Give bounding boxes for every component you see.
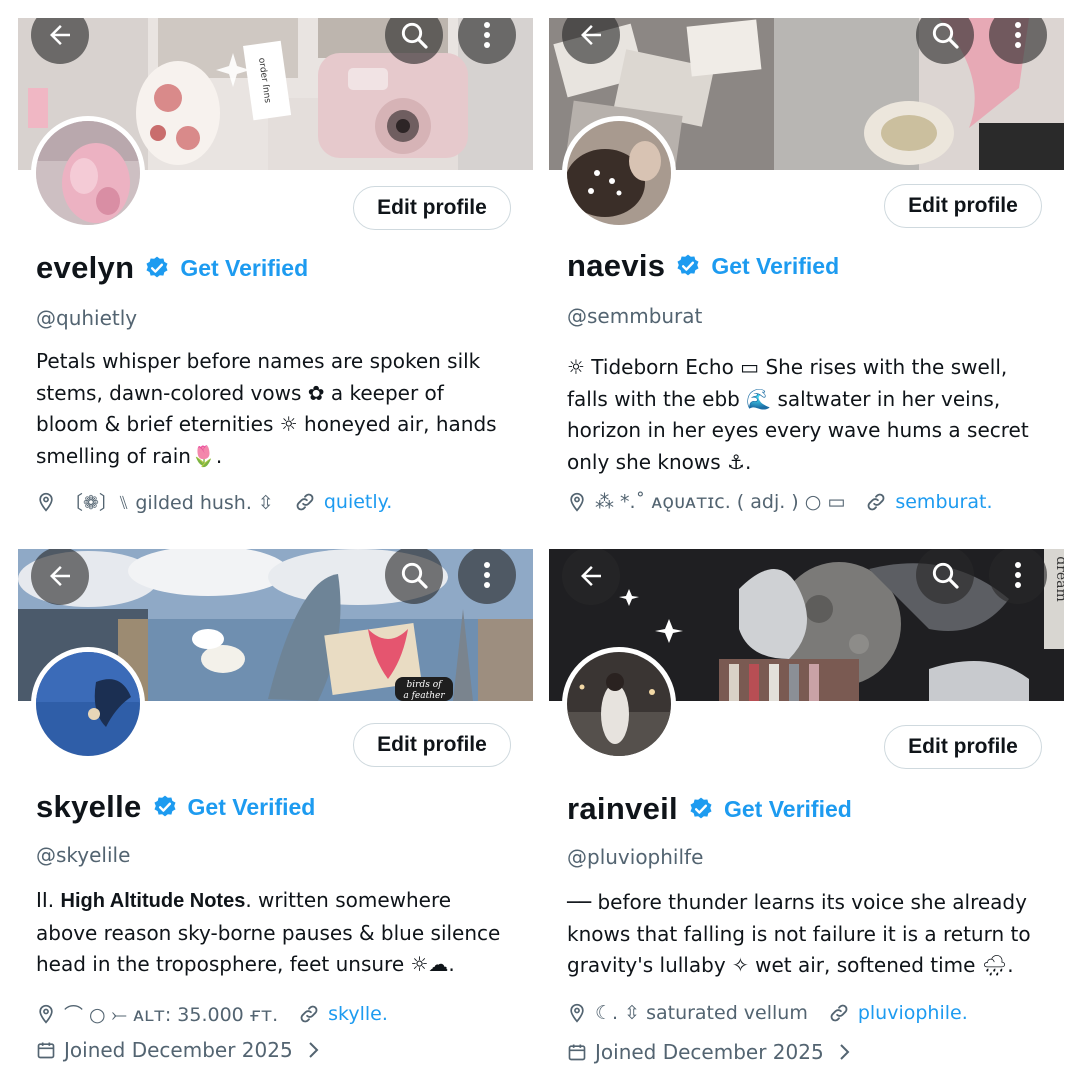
more-icon <box>1015 22 1021 48</box>
profile-link[interactable]: semburat. <box>895 491 992 513</box>
bio-bold-title: High Altitude Notes <box>60 890 246 912</box>
meta-row: ⌒ ○ ⤚ ᴀʟᴛ: 35.000 ғᴛ. skylle. <box>36 1000 388 1027</box>
verified-badge-icon <box>146 256 168 278</box>
banner-word: dream <box>1053 556 1064 602</box>
edit-profile-button[interactable]: Edit profile <box>353 723 511 767</box>
location-pin-icon <box>39 1004 53 1024</box>
joined-row[interactable]: Joined December 2025 <box>36 1038 319 1062</box>
bio-line: knows that falling is not failure it is … <box>567 921 1031 946</box>
bio-line: falls with the ebb 🌊 saltwater in her ve… <box>567 386 1001 411</box>
bio-line: above reason sky-borne pauses & blue sil… <box>36 920 501 945</box>
location-text: ⌒ ○ ⤚ ᴀʟᴛ: 35.000 ғᴛ. <box>64 1004 279 1026</box>
get-verified-link[interactable]: Get Verified <box>711 253 839 280</box>
more-icon <box>1015 562 1021 588</box>
profile-panel-naevis: Edit profile naevis Get Verified @semmbu… <box>549 18 1064 548</box>
profile-panel-skyelle: birds of a feather Edit profile skyelle … <box>18 549 533 1079</box>
handle: @pluviophilfe <box>567 845 704 869</box>
location-pin-icon <box>570 1003 584 1023</box>
bio-line: ☼ Tideborn Echo ▭ She rises with the swe… <box>567 355 1008 379</box>
bio-line: stems, dawn-colored vows ✿ a keeper of <box>36 380 444 405</box>
chevron-right-icon <box>839 1044 850 1060</box>
verified-badge-icon <box>690 797 712 819</box>
bio-line: gravity's lullaby ✧ wet air, softened ti… <box>567 953 1014 977</box>
bio-prefix: II. <box>36 888 55 912</box>
joined-row[interactable]: Joined December 2025 <box>567 1040 850 1064</box>
bio-line: head in the troposphere, feet unsure ☼☁. <box>36 952 455 976</box>
back-arrow-icon <box>50 566 70 586</box>
handle: @quhietly <box>36 306 138 330</box>
bio-line: smelling of rain🌷. <box>36 443 223 468</box>
display-name: evelyn <box>36 250 135 285</box>
name-row: skyelle Get Verified <box>36 789 315 825</box>
handle: @semmburat <box>567 304 703 328</box>
get-verified-link[interactable]: Get Verified <box>180 255 308 282</box>
meta-row: ⁂ *.˚ ᴀǫᴜᴀᴛɪᴄ. ( adj. ) ○ ▭ semburat. <box>567 491 993 513</box>
bio-line: Petals whisper before names are spoken s… <box>36 349 481 373</box>
back-arrow-icon <box>581 25 601 45</box>
location-pin-icon <box>570 492 584 512</box>
display-name: skyelle <box>36 789 142 824</box>
search-icon <box>401 22 428 49</box>
bio-rest: . written somewhere <box>245 888 452 912</box>
avatar[interactable] <box>31 647 145 761</box>
location-text: ⁂ *.˚ ᴀǫᴜᴀᴛɪᴄ. ( adj. ) ○ ▭ <box>595 491 846 513</box>
bio-line: ── before thunder learns its voice she a… <box>567 890 1027 914</box>
bio-line: only she knows ⚓. <box>567 449 752 474</box>
more-icon <box>484 22 490 48</box>
link-icon <box>830 1004 848 1022</box>
location-text: ☾. ⇳ saturated vellum <box>595 1002 808 1024</box>
back-arrow-icon <box>50 25 70 45</box>
search-icon <box>401 562 428 589</box>
banner-caption-line-2: a feather <box>403 691 445 701</box>
location-pin-icon <box>39 492 53 512</box>
profile-panel-evelyn: suuȷ ɹǝpɹo Edit profile evelyn Get Verif… <box>18 18 533 548</box>
bio-line: horizon in her eyes every wave hums a se… <box>567 418 1029 442</box>
display-name: naevis <box>567 248 666 283</box>
name-row: evelyn Get Verified <box>36 250 308 286</box>
joined-date: Joined December 2025 <box>64 1038 293 1062</box>
search-icon <box>932 562 959 589</box>
link-icon <box>867 493 885 511</box>
profile-link[interactable]: quietly. <box>324 491 392 513</box>
verified-badge-icon <box>154 795 176 817</box>
meta-row: 〔❁〕⑊ gilded hush. ⇳ quietly. <box>36 488 392 515</box>
bio-line: bloom & brief eternities ☼ honeyed air, … <box>36 412 497 436</box>
bio: ── before thunder learns its voice she a… <box>567 887 1052 982</box>
edit-profile-button[interactable]: Edit profile <box>884 184 1042 228</box>
bio: II. High Altitude Notes. written somewhe… <box>36 885 521 981</box>
profile-link[interactable]: skylle. <box>328 1003 388 1025</box>
profile-panel-rainveil: dream Edit profile rainveil Get Verified… <box>549 549 1064 1079</box>
get-verified-link[interactable]: Get Verified <box>188 794 316 821</box>
handle: @skyelile <box>36 843 131 867</box>
edit-profile-button[interactable]: Edit profile <box>353 186 511 230</box>
meta-row: ☾. ⇳ saturated vellum pluviophile. <box>567 1002 968 1024</box>
location-text: 〔❁〕⑊ gilded hush. ⇳ <box>64 492 274 514</box>
avatar[interactable] <box>31 116 145 230</box>
bio: Petals whisper before names are spoken s… <box>36 346 521 472</box>
avatar[interactable] <box>562 647 676 761</box>
joined-date: Joined December 2025 <box>595 1040 824 1064</box>
calendar-icon <box>568 1044 586 1061</box>
profile-link[interactable]: pluviophile. <box>858 1002 968 1024</box>
name-row: naevis Get Verified <box>567 248 839 284</box>
banner-caption-line-1: birds of <box>407 680 444 690</box>
search-icon <box>932 22 959 49</box>
more-icon <box>484 562 490 588</box>
bio: ☼ Tideborn Echo ▭ She rises with the swe… <box>567 352 1052 478</box>
edit-profile-button[interactable]: Edit profile <box>884 725 1042 769</box>
back-arrow-icon <box>581 566 601 586</box>
calendar-icon <box>37 1042 55 1059</box>
display-name: rainveil <box>567 791 678 826</box>
bio-line: II. High Altitude Notes. written somewhe… <box>36 885 521 918</box>
name-row: rainveil Get Verified <box>567 791 852 827</box>
verified-badge-icon <box>677 254 699 276</box>
get-verified-link[interactable]: Get Verified <box>724 796 852 823</box>
back-button[interactable] <box>31 549 89 605</box>
chevron-right-icon <box>308 1042 319 1058</box>
back-button[interactable] <box>562 549 620 605</box>
avatar[interactable] <box>562 116 676 230</box>
link-icon <box>296 493 314 510</box>
link-icon <box>300 1005 318 1022</box>
